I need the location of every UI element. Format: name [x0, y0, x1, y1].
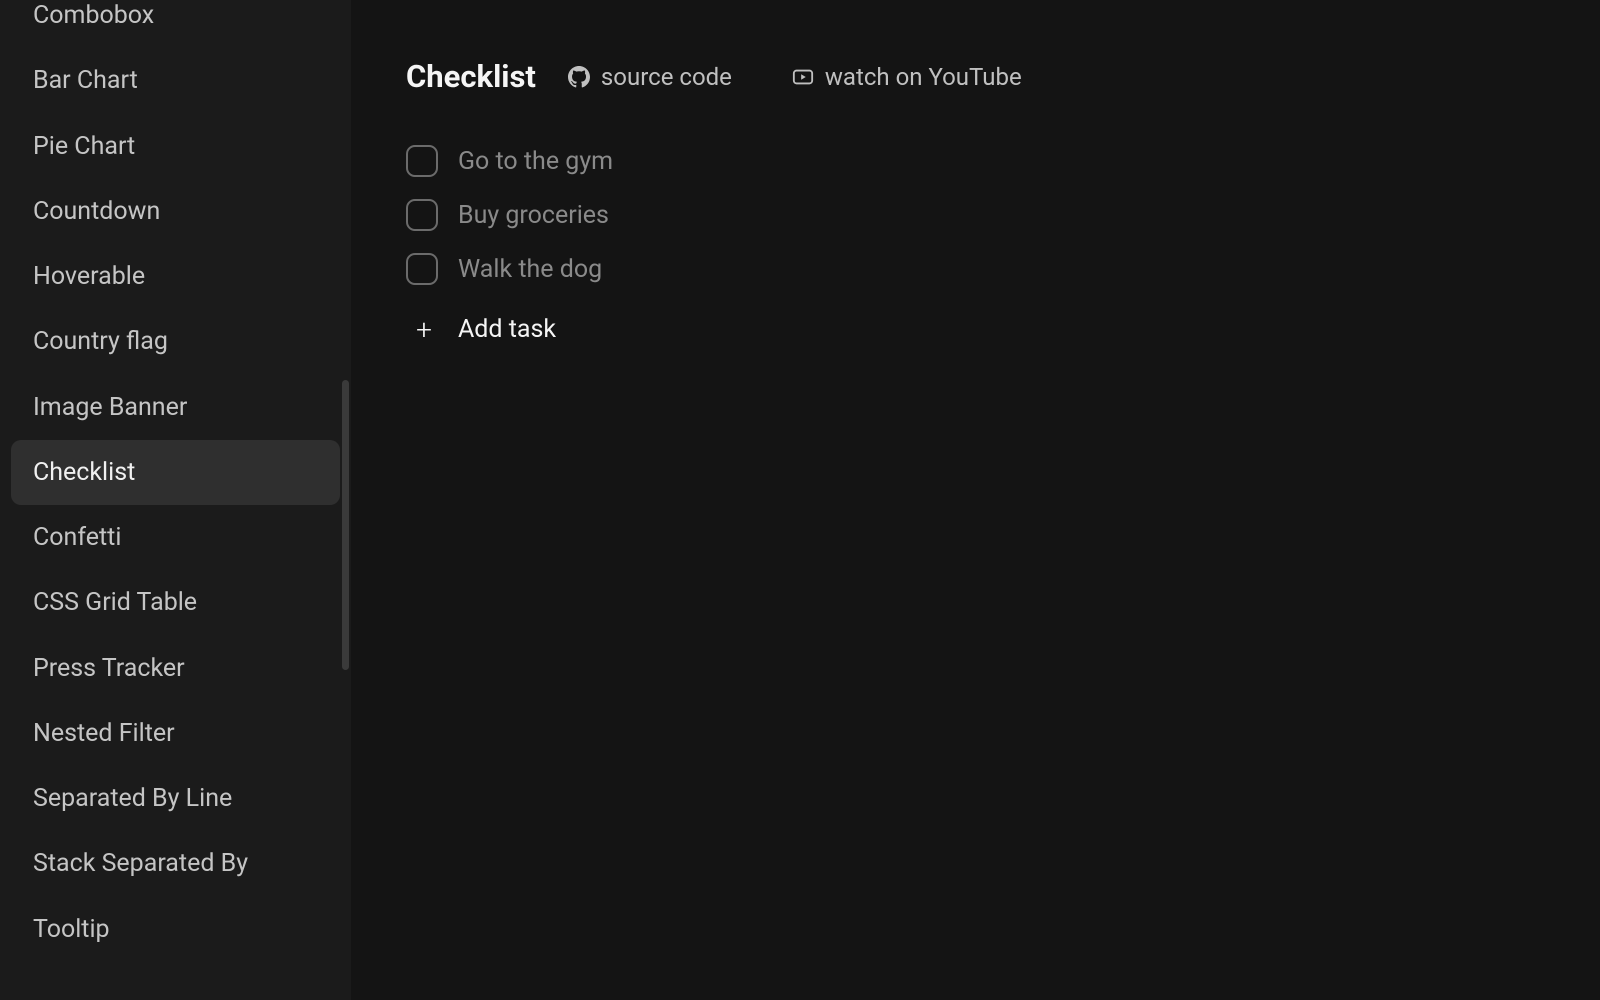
sidebar-item-press-tracker[interactable]: Press Tracker [11, 636, 340, 701]
sidebar-item-confetti[interactable]: Confetti [11, 505, 340, 570]
page-header: Checklist source code watch on YouTube [406, 58, 1545, 95]
main-content: Checklist source code watch on YouTube G… [351, 0, 1600, 1000]
youtube-label: watch on YouTube [825, 63, 1022, 91]
sidebar-item-image-banner[interactable]: Image Banner [11, 375, 340, 440]
sidebar-item-label: Press Tracker [33, 654, 185, 683]
sidebar-item-label: Checklist [33, 458, 135, 487]
sidebar-item-label: Nested Filter [33, 719, 175, 748]
task-item[interactable]: Walk the dog [406, 253, 1545, 285]
sidebar-scrollbar[interactable] [341, 0, 351, 1000]
sidebar-item-label: Separated By Line [33, 784, 232, 813]
sidebar: Combobox Bar Chart Pie Chart Countdown H… [0, 0, 351, 1000]
sidebar-item-country-flag[interactable]: Country flag [11, 309, 340, 374]
sidebar-item-label: Image Banner [33, 393, 187, 422]
source-code-label: source code [601, 63, 732, 91]
sidebar-list: Combobox Bar Chart Pie Chart Countdown H… [11, 0, 340, 962]
source-code-link[interactable]: source code [568, 63, 732, 91]
sidebar-item-label: Stack Separated By [33, 849, 248, 878]
sidebar-item-combobox[interactable]: Combobox [11, 0, 340, 48]
checkbox[interactable] [406, 145, 438, 177]
sidebar-item-label: CSS Grid Table [33, 588, 197, 617]
github-icon [568, 66, 590, 88]
sidebar-item-separated-by-line[interactable]: Separated By Line [11, 766, 340, 831]
sidebar-item-bar-chart[interactable]: Bar Chart [11, 48, 340, 113]
sidebar-item-label: Pie Chart [33, 132, 135, 161]
sidebar-item-hoverable[interactable]: Hoverable [11, 244, 340, 309]
task-item[interactable]: Buy groceries [406, 199, 1545, 231]
checkbox[interactable] [406, 199, 438, 231]
sidebar-item-pie-chart[interactable]: Pie Chart [11, 114, 340, 179]
sidebar-item-checklist[interactable]: Checklist [11, 440, 340, 505]
page-title: Checklist [406, 58, 536, 95]
sidebar-item-label: Confetti [33, 523, 121, 552]
sidebar-item-css-grid-table[interactable]: CSS Grid Table [11, 570, 340, 635]
add-task-label: Add task [458, 315, 556, 344]
scrollbar-thumb[interactable] [342, 380, 349, 670]
sidebar-item-label: Bar Chart [33, 66, 138, 95]
task-label: Buy groceries [458, 201, 609, 230]
task-label: Go to the gym [458, 147, 613, 176]
checkbox[interactable] [406, 253, 438, 285]
plus-icon: + [410, 316, 438, 344]
youtube-link[interactable]: watch on YouTube [792, 63, 1022, 91]
sidebar-item-nested-filter[interactable]: Nested Filter [11, 701, 340, 766]
sidebar-item-countdown[interactable]: Countdown [11, 179, 340, 244]
sidebar-item-label: Hoverable [33, 262, 145, 291]
task-list: Go to the gym Buy groceries Walk the dog… [406, 145, 1545, 344]
youtube-icon [792, 66, 814, 88]
sidebar-item-label: Countdown [33, 197, 160, 226]
task-item[interactable]: Go to the gym [406, 145, 1545, 177]
sidebar-item-label: Country flag [33, 327, 168, 356]
sidebar-item-tooltip[interactable]: Tooltip [11, 897, 340, 962]
task-label: Walk the dog [458, 255, 602, 284]
add-task-button[interactable]: + Add task [406, 315, 1545, 344]
sidebar-item-label: Tooltip [33, 915, 110, 944]
sidebar-item-label: Combobox [33, 1, 154, 30]
sidebar-item-stack-separated-by[interactable]: Stack Separated By [11, 831, 340, 896]
